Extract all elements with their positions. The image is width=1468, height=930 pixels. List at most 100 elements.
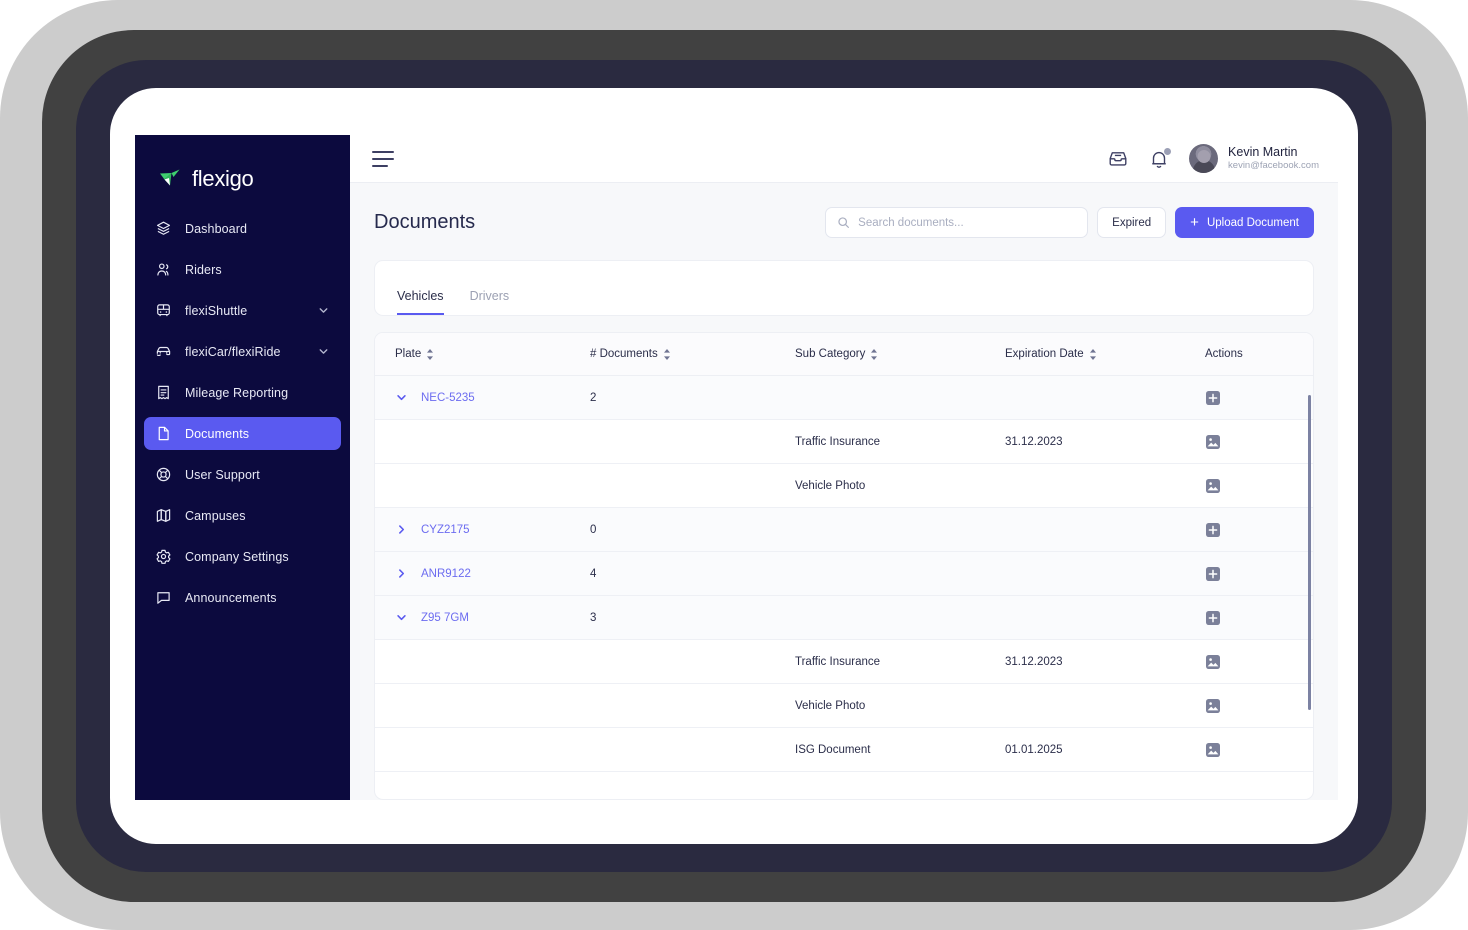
table-row[interactable]: Traffic Insurance 31.12.2023: [375, 419, 1313, 464]
inbox-icon[interactable]: [1107, 148, 1129, 170]
add-document-icon[interactable]: [1205, 566, 1221, 582]
page-title: Documents: [374, 211, 476, 233]
sidebar-nav: Dashboard Riders flexiShuttle flexiCar/f…: [135, 203, 350, 614]
document-icon: [158, 426, 169, 441]
plate-value[interactable]: NEC-5235: [421, 392, 475, 404]
tab-drivers[interactable]: Drivers: [470, 289, 510, 315]
sidebar-item-label: Riders: [185, 262, 222, 277]
column-header-documents[interactable]: # Documents: [590, 333, 795, 376]
cell-actions: [1205, 419, 1313, 464]
cell-actions: [1205, 727, 1313, 772]
column-label: # Documents: [590, 348, 658, 360]
lifebuoy-icon: [156, 467, 171, 482]
sidebar-item-label: Announcements: [185, 590, 277, 605]
chevron-right-icon[interactable]: [395, 523, 408, 536]
user-profile-menu[interactable]: Kevin Martin kevin@facebook.com: [1189, 144, 1319, 173]
chevron-right-icon[interactable]: [395, 567, 408, 580]
cell-expiration-date: 01.01.2025: [1005, 727, 1205, 772]
top-bar: Kevin Martin kevin@facebook.com: [350, 135, 1338, 183]
cell-plate: [375, 463, 590, 508]
table-row[interactable]: Vehicle Photo: [375, 463, 1313, 508]
cell-plate: [375, 419, 590, 464]
user-info: Kevin Martin kevin@facebook.com: [1228, 145, 1319, 173]
column-header-sub-category[interactable]: Sub Category: [795, 333, 1005, 376]
upload-document-button[interactable]: + Upload Document: [1175, 207, 1314, 238]
table-row[interactable]: ISG Document 01.01.2025: [375, 727, 1313, 772]
sidebar-item-flexicar-flexiride[interactable]: flexiCar/flexiRide: [144, 335, 341, 368]
cell-sub-category: Vehicle Photo: [795, 463, 1005, 508]
column-label: Expiration Date: [1005, 348, 1084, 360]
chevron-down-icon[interactable]: [395, 391, 408, 404]
add-document-icon[interactable]: [1205, 522, 1221, 538]
sort-icon: [663, 348, 670, 360]
table-row[interactable]: Z95 7GM 3: [375, 595, 1313, 640]
column-header-expiration-date[interactable]: Expiration Date: [1005, 333, 1205, 376]
sidebar-item-campuses[interactable]: Campuses: [144, 499, 341, 532]
column-header-plate[interactable]: Plate: [375, 333, 590, 376]
sidebar-item-riders[interactable]: Riders: [144, 253, 341, 286]
table-row[interactable]: Vehicle Photo: [375, 683, 1313, 728]
cell-documents-count: 3: [590, 595, 795, 640]
add-document-icon[interactable]: [1205, 390, 1221, 406]
sidebar-item-label: Campuses: [185, 508, 246, 523]
sidebar-item-announcements[interactable]: Announcements: [144, 581, 341, 614]
chevron-down-icon[interactable]: [395, 611, 408, 624]
sidebar-item-documents[interactable]: Documents: [144, 417, 341, 450]
cell-plate: Z95 7GM: [375, 595, 590, 640]
cell-sub-category: [795, 375, 1005, 420]
sidebar-item-flexishuttle[interactable]: flexiShuttle: [144, 294, 341, 327]
upload-document-label: Upload Document: [1206, 216, 1299, 229]
plate-value[interactable]: Z95 7GM: [421, 612, 469, 624]
table-row[interactable]: ANR9122 4: [375, 551, 1313, 596]
notification-bell[interactable]: [1148, 147, 1172, 170]
search-input[interactable]: [858, 216, 1077, 229]
sidebar-item-company-settings[interactable]: Company Settings: [144, 540, 341, 573]
table-scrollbar[interactable]: [1308, 395, 1311, 710]
plate-value[interactable]: CYZ2175: [421, 524, 470, 536]
cell-sub-category: ISG Document: [795, 727, 1005, 772]
cell-plate: ANR9122: [375, 551, 590, 596]
image-preview-icon[interactable]: [1205, 654, 1221, 670]
tab-vehicles[interactable]: Vehicles: [397, 289, 444, 315]
cell-documents-count: 0: [590, 507, 795, 552]
sidebar-item-label: flexiCar/flexiRide: [185, 344, 281, 359]
sidebar-item-user-support[interactable]: User Support: [144, 458, 341, 491]
cell-expiration-date: [1005, 507, 1205, 552]
add-document-icon[interactable]: [1205, 610, 1221, 626]
expired-filter-button[interactable]: Expired: [1097, 207, 1167, 238]
page-content: Documents Expired + Upl: [350, 183, 1338, 800]
chevron-down-icon[interactable]: [317, 345, 330, 358]
sidebar-item-dashboard[interactable]: Dashboard: [144, 212, 341, 245]
hamburger-icon[interactable]: [372, 150, 394, 167]
image-preview-icon[interactable]: [1205, 434, 1221, 450]
cell-expiration-date: [1005, 551, 1205, 596]
image-preview-icon[interactable]: [1205, 478, 1221, 494]
sort-icon: [871, 348, 878, 360]
plus-icon: +: [1190, 214, 1199, 231]
image-preview-icon[interactable]: [1205, 698, 1221, 714]
sidebar-item-label: flexiShuttle: [185, 303, 248, 318]
cell-sub-category: Traffic Insurance: [795, 639, 1005, 684]
cell-plate: CYZ2175: [375, 507, 590, 552]
plate-value[interactable]: ANR9122: [421, 568, 471, 580]
bus-icon: [157, 304, 170, 317]
gear-icon: [156, 549, 171, 564]
flexigo-star-icon: [160, 169, 180, 186]
search-box[interactable]: [825, 207, 1089, 238]
image-preview-icon[interactable]: [1205, 742, 1221, 758]
table-row[interactable]: Traffic Insurance 31.12.2023: [375, 639, 1313, 684]
documents-table: Plate # Documents Sub Category Expiratio…: [375, 333, 1313, 772]
layers-icon: [156, 221, 171, 235]
sidebar-item-label: Documents: [185, 426, 250, 441]
cell-plate: [375, 727, 590, 772]
sidebar-item-mileage-reporting[interactable]: Mileage Reporting: [144, 376, 341, 409]
brand-name: flexigo: [192, 166, 254, 191]
table-row[interactable]: NEC-5235 2: [375, 375, 1313, 420]
page-actions: Expired + Upload Document: [825, 207, 1314, 238]
table-header-row: Plate # Documents Sub Category Expiratio…: [375, 333, 1313, 376]
chat-icon: [157, 592, 170, 604]
documents-table-card: Plate # Documents Sub Category Expiratio…: [374, 332, 1314, 800]
brand-logo[interactable]: flexigo: [135, 135, 350, 203]
table-row[interactable]: CYZ2175 0: [375, 507, 1313, 552]
chevron-down-icon[interactable]: [317, 304, 330, 317]
